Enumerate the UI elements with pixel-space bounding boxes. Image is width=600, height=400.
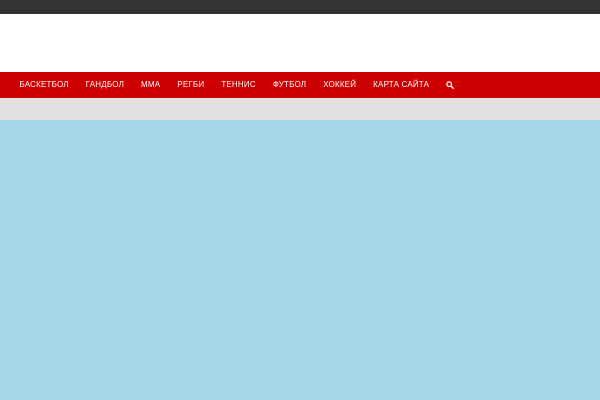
search-button[interactable] [440,72,460,98]
nav-item-handball[interactable]: ГАНДБОЛ [77,72,132,98]
nav-item-mma[interactable]: ММА [133,72,169,98]
nav-item-sitemap[interactable]: КАРТА САЙТА [365,72,438,98]
top-bar [0,0,600,14]
nav-item-rugby[interactable]: РЕГБИ [169,72,213,98]
sub-bar [0,98,600,120]
nav-item-hockey[interactable]: ХОККЕЙ [315,72,365,98]
nav-item-tennis[interactable]: ТЕННИС [213,72,265,98]
search-icon [445,81,454,89]
nav-item-basketball[interactable]: БАСКЕТБОЛ [11,72,77,98]
site-header [0,14,600,72]
main-navigation: БАСКЕТБОЛ ГАНДБОЛ ММА РЕГБИ ТЕННИС ФУТБО… [0,72,600,98]
nav-item-football[interactable]: ФУТБОЛ [264,72,314,98]
main-content [0,120,600,400]
